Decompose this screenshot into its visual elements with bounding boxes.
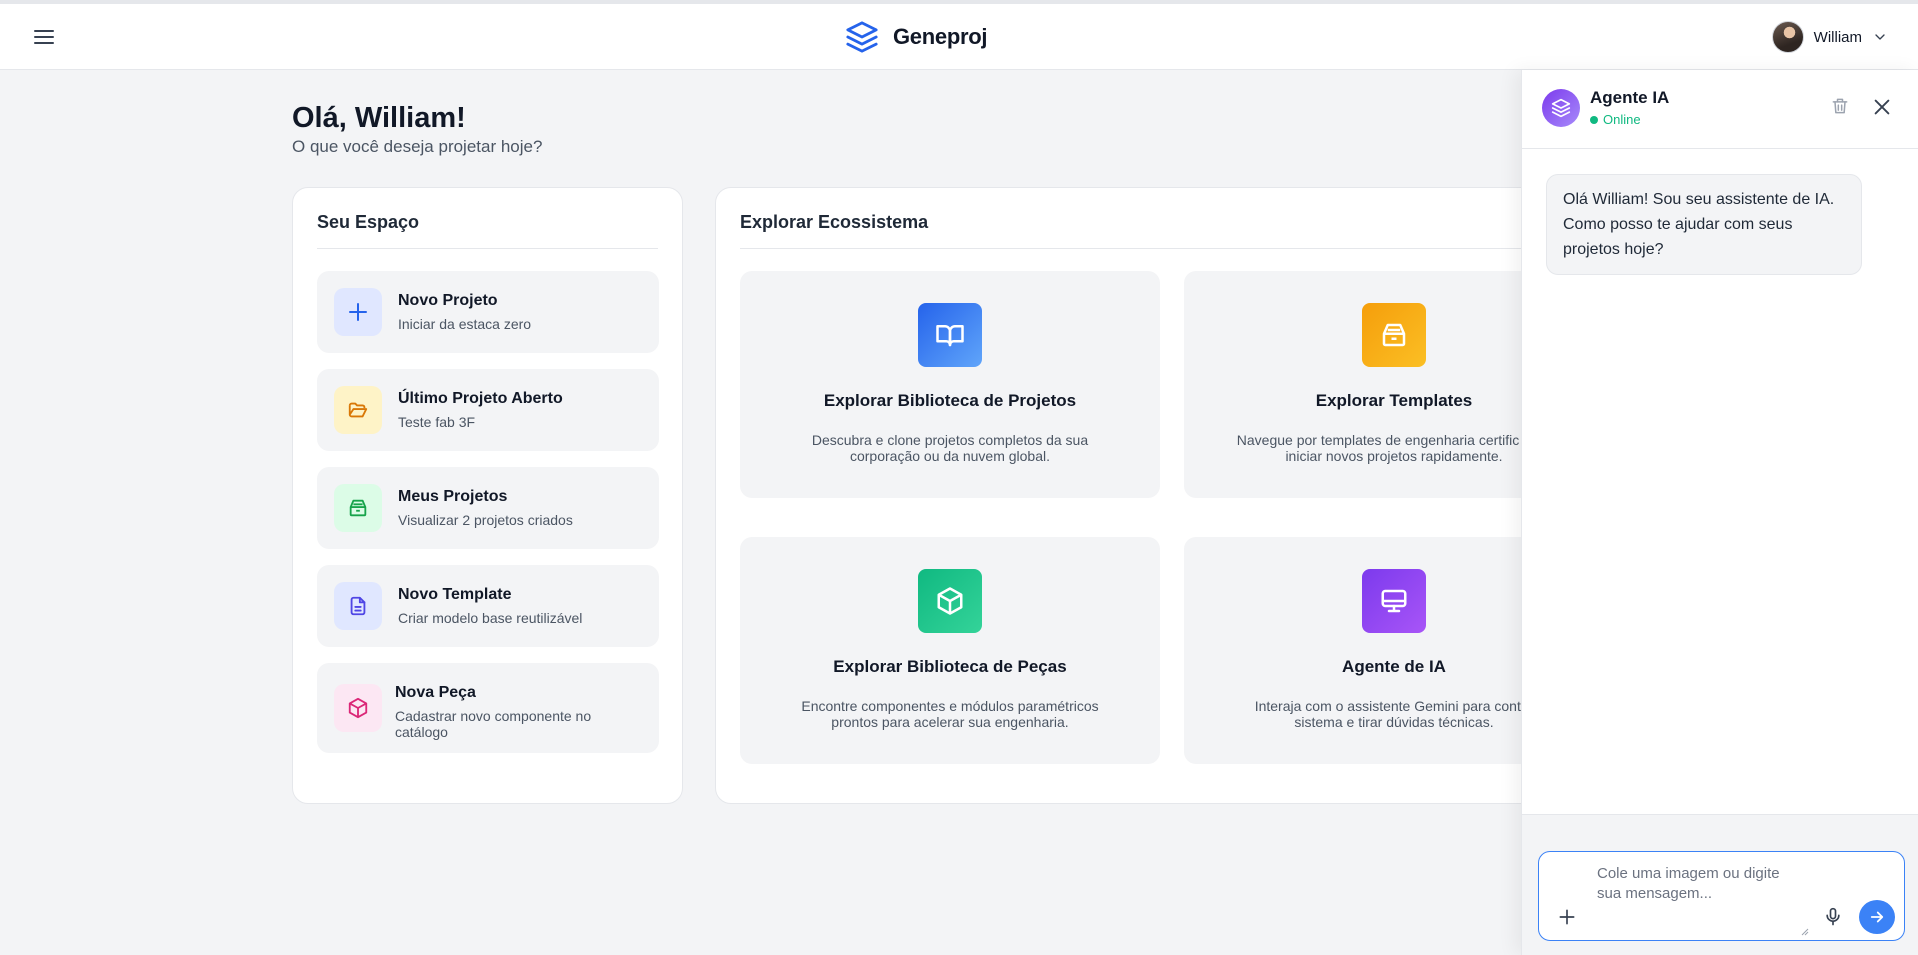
chevron-down-icon — [1875, 34, 1885, 40]
eco-card-title: Explorar Biblioteca de Projetos — [823, 391, 1077, 410]
ai-message-bubble: Olá William! Sou seu assistente de IA. C… — [1546, 174, 1862, 275]
greeting-subtitle: O que você deseja projetar hoje? — [292, 137, 543, 156]
user-menu[interactable]: William — [1771, 19, 1888, 55]
ai-chat-header: Agente IA Online — [1522, 70, 1918, 149]
ai-status: Online — [1590, 112, 1641, 127]
ai-avatar — [1542, 89, 1580, 127]
chat-message-input[interactable] — [1597, 864, 1807, 934]
chat-input-box — [1538, 851, 1905, 941]
ai-chat-panel: Agente IA Online Olá William! Sou seu as… — [1521, 70, 1918, 955]
resize-grip-icon[interactable] — [1801, 928, 1809, 936]
archive-icon — [334, 484, 382, 532]
document-icon — [334, 582, 382, 630]
top-bar: Geneproj William — [0, 4, 1918, 70]
space-item-subtitle: Iniciar da estaca zero — [398, 316, 532, 332]
greeting: Olá, William! O que você deseja projetar… — [292, 101, 542, 157]
eco-card-description: Descubra e clone projetos completos da s… — [811, 432, 1089, 464]
new-template-button[interactable]: Novo Template Criar modelo base reutiliz… — [317, 565, 659, 647]
space-item-title: Novo Template — [398, 586, 512, 603]
trash-icon[interactable] — [1830, 96, 1850, 116]
explore-parts-card[interactable]: Explorar Biblioteca de Peças Encontre co… — [740, 537, 1160, 764]
send-button[interactable] — [1859, 900, 1895, 934]
archive-icon — [1362, 303, 1426, 367]
space-item-title: Último Projeto Aberto — [398, 390, 563, 407]
new-project-button[interactable]: Novo Projeto Iniciar da estaca zero — [317, 271, 659, 353]
hamburger-icon[interactable] — [34, 26, 56, 48]
cube-icon — [334, 684, 382, 732]
microphone-icon[interactable] — [1823, 906, 1843, 928]
ecosystem-panel-title: Explorar Ecossistema — [740, 212, 929, 232]
folder-open-icon — [334, 386, 382, 434]
explore-projects-card[interactable]: Explorar Biblioteca de Projetos Descubra… — [740, 271, 1160, 498]
user-name: William — [1813, 28, 1862, 46]
eco-card-description: Interaja com o assistente Gemini para co… — [1254, 698, 1534, 730]
space-item-subtitle: Cadastrar novo componente no catálogo — [395, 708, 592, 740]
space-item-title: Nova Peça — [395, 684, 476, 701]
space-item-title: Meus Projetos — [398, 488, 508, 505]
last-project-button[interactable]: Último Projeto Aberto Teste fab 3F — [317, 369, 659, 451]
eco-card-description: Encontre componentes e módulos paramétri… — [801, 698, 1099, 730]
plus-icon[interactable] — [1557, 907, 1577, 927]
close-icon[interactable] — [1871, 96, 1893, 118]
my-projects-button[interactable]: Meus Projetos Visualizar 2 projetos cria… — [317, 467, 659, 549]
space-item-title: Novo Projeto — [398, 292, 498, 309]
cube-icon — [918, 569, 982, 633]
ai-chat-footer — [1522, 814, 1918, 955]
space-item-subtitle: Visualizar 2 projetos criados — [398, 512, 573, 528]
eco-card-title: Explorar Biblioteca de Peças — [833, 657, 1067, 676]
plus-icon — [334, 288, 382, 336]
arrow-right-icon — [1870, 911, 1884, 923]
space-item-subtitle: Teste fab 3F — [398, 414, 476, 430]
space-item-subtitle: Criar modelo base reutilizável — [398, 610, 583, 626]
eco-card-description: Navegue por templates de engenharia cert… — [1236, 432, 1552, 464]
brand-name: Geneproj — [893, 24, 988, 49]
space-panel-title: Seu Espaço — [317, 212, 420, 232]
open-book-icon — [918, 303, 982, 367]
greeting-title: Olá, William! — [292, 102, 466, 134]
space-panel: Seu Espaço Novo Projeto Iniciar da estac… — [292, 187, 683, 804]
new-part-button[interactable]: Nova Peça Cadastrar novo componente no c… — [317, 663, 659, 753]
monitor-icon — [1362, 569, 1426, 633]
brand[interactable]: Geneproj — [845, 19, 987, 55]
ai-agent-name: Agente IA — [1590, 88, 1670, 107]
avatar — [1771, 21, 1804, 53]
status-dot — [1590, 115, 1598, 124]
ai-status-label: Online — [1603, 112, 1641, 127]
stack-layers-icon — [846, 21, 878, 53]
divider — [317, 248, 658, 249]
stack-layers-icon — [1551, 98, 1571, 118]
